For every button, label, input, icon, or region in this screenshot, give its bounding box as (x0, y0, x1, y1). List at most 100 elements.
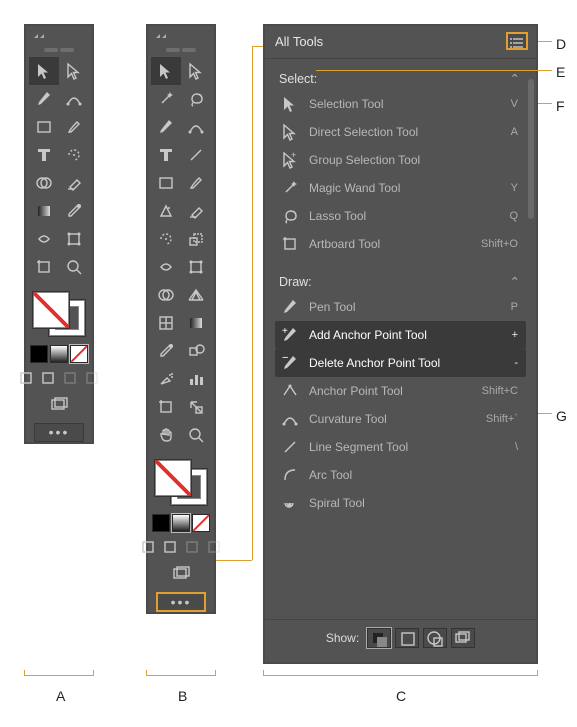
fill-swatch[interactable] (154, 459, 192, 497)
tool-perspective-grid[interactable] (181, 281, 211, 309)
tool-eraser[interactable] (181, 197, 211, 225)
tool-gradient[interactable] (181, 309, 211, 337)
tool-rectangle[interactable] (151, 169, 181, 197)
show-all-button[interactable] (367, 628, 391, 648)
shape-builder-icon (35, 174, 53, 192)
tool-hand[interactable] (151, 421, 181, 449)
tool-artboard[interactable] (151, 393, 181, 421)
fill-stroke-swatches[interactable] (28, 287, 90, 341)
tool-row-curvature[interactable]: Curvature ToolShift+` (275, 405, 526, 433)
tool-row-arc[interactable]: Arc Tool (275, 461, 526, 489)
tool-free-transform[interactable] (59, 225, 89, 253)
tool-type[interactable] (151, 141, 181, 169)
gradient-fill-button[interactable] (50, 345, 68, 363)
tool-slice[interactable] (181, 393, 211, 421)
color-fill-button[interactable] (152, 514, 170, 532)
tool-row-pen[interactable]: Pen ToolP (275, 293, 526, 321)
tool-lasso[interactable] (181, 85, 211, 113)
category-header[interactable]: Draw:⌃ (275, 272, 526, 293)
tool-direct-selection[interactable] (181, 57, 211, 85)
tool-magic-wand[interactable] (151, 85, 181, 113)
tool-mesh[interactable] (151, 309, 181, 337)
tool-gradient[interactable] (29, 197, 59, 225)
tool-row-anchor-point[interactable]: Anchor Point ToolShift+C (275, 377, 526, 405)
label-g: G (556, 408, 567, 424)
collapse-button[interactable] (148, 30, 214, 46)
artboard-icon (35, 258, 53, 276)
color-fill-button[interactable] (30, 345, 48, 363)
draw-behind-button[interactable] (39, 369, 57, 387)
lasso-icon (187, 90, 205, 108)
tool-eraser[interactable] (59, 169, 89, 197)
tool-rectangle[interactable] (29, 113, 59, 141)
tool-rotate[interactable] (151, 225, 181, 253)
tool-rotate[interactable] (59, 141, 89, 169)
none-fill-button[interactable] (70, 345, 88, 363)
connector-line (252, 46, 263, 47)
edit-toolbar-button[interactable]: ••• (156, 592, 206, 612)
tool-row-group-selection[interactable]: Group Selection Tool (275, 146, 526, 174)
tool-type[interactable] (29, 141, 59, 169)
draw-behind-button[interactable] (161, 538, 179, 556)
draw-normal-button[interactable] (17, 369, 35, 387)
tool-width[interactable] (151, 253, 181, 281)
tool-row-magic-wand[interactable]: Magic Wand ToolY (275, 174, 526, 202)
tool-curvature[interactable] (59, 85, 89, 113)
tool-row-line[interactable]: Line Segment Tool\ (275, 433, 526, 461)
tool-eyedropper[interactable] (151, 337, 181, 365)
screen-mode-button[interactable] (170, 564, 192, 580)
tool-shape-builder[interactable] (151, 281, 181, 309)
scrollbar[interactable] (528, 69, 534, 609)
gradient-fill-button[interactable] (172, 514, 190, 532)
tool-blend[interactable] (181, 337, 211, 365)
tool-artboard[interactable] (29, 253, 59, 281)
tool-selection[interactable] (151, 57, 181, 85)
tool-paintbrush[interactable] (59, 113, 89, 141)
tool-line-segment[interactable] (181, 141, 211, 169)
tool-free-transform[interactable] (181, 253, 211, 281)
tool-eyedropper[interactable] (59, 197, 89, 225)
tool-shortcut: Q (509, 210, 518, 222)
tool-paintbrush[interactable] (181, 169, 211, 197)
tool-scale[interactable] (181, 225, 211, 253)
tool-pen[interactable] (29, 85, 59, 113)
collapse-button[interactable] (26, 30, 92, 46)
show-grouped-button[interactable] (423, 628, 447, 648)
tool-shaper[interactable] (151, 197, 181, 225)
scrollbar-thumb[interactable] (528, 79, 534, 219)
tool-curvature[interactable] (181, 113, 211, 141)
draw-normal-button[interactable] (139, 538, 157, 556)
tool-width[interactable] (29, 225, 59, 253)
tool-zoom[interactable] (181, 421, 211, 449)
tool-label: Group Selection Tool (309, 153, 510, 167)
none-fill-button[interactable] (192, 514, 210, 532)
tool-selection[interactable] (29, 57, 59, 85)
connector-line (216, 560, 252, 561)
tool-pen[interactable] (151, 113, 181, 141)
rectangle-icon (35, 118, 53, 136)
magic-wand-icon (157, 90, 175, 108)
tool-row-del-anchor[interactable]: Delete Anchor Point Tool- (275, 349, 526, 377)
fill-swatch[interactable] (32, 291, 70, 329)
tool-row-direct-selection[interactable]: Direct Selection ToolA (275, 118, 526, 146)
tool-row-spiral[interactable]: Spiral Tool (275, 489, 526, 517)
screen-mode-button[interactable] (48, 395, 70, 411)
tool-zoom[interactable] (59, 253, 89, 281)
edit-toolbar-button[interactable]: ••• (34, 423, 84, 442)
tool-row-artboard[interactable]: Artboard ToolShift+O (275, 230, 526, 258)
pen-icon (279, 298, 301, 316)
panel-grip[interactable] (39, 48, 79, 53)
tool-column-graph[interactable] (181, 365, 211, 393)
fill-stroke-swatches[interactable] (150, 455, 212, 510)
category-header[interactable]: Select:⌃ (275, 69, 526, 90)
tool-shape-builder[interactable] (29, 169, 59, 197)
panel-grip[interactable] (161, 48, 201, 53)
tool-row-add-anchor[interactable]: Add Anchor Point Tool+ (275, 321, 526, 349)
show-outline-button[interactable] (395, 628, 419, 648)
tool-row-lasso[interactable]: Lasso ToolQ (275, 202, 526, 230)
show-stacked-button[interactable] (451, 628, 475, 648)
tool-symbol-sprayer[interactable] (151, 365, 181, 393)
panel-menu-button[interactable] (506, 32, 528, 50)
tool-direct-selection[interactable] (59, 57, 89, 85)
tool-row-selection[interactable]: Selection ToolV (275, 90, 526, 118)
